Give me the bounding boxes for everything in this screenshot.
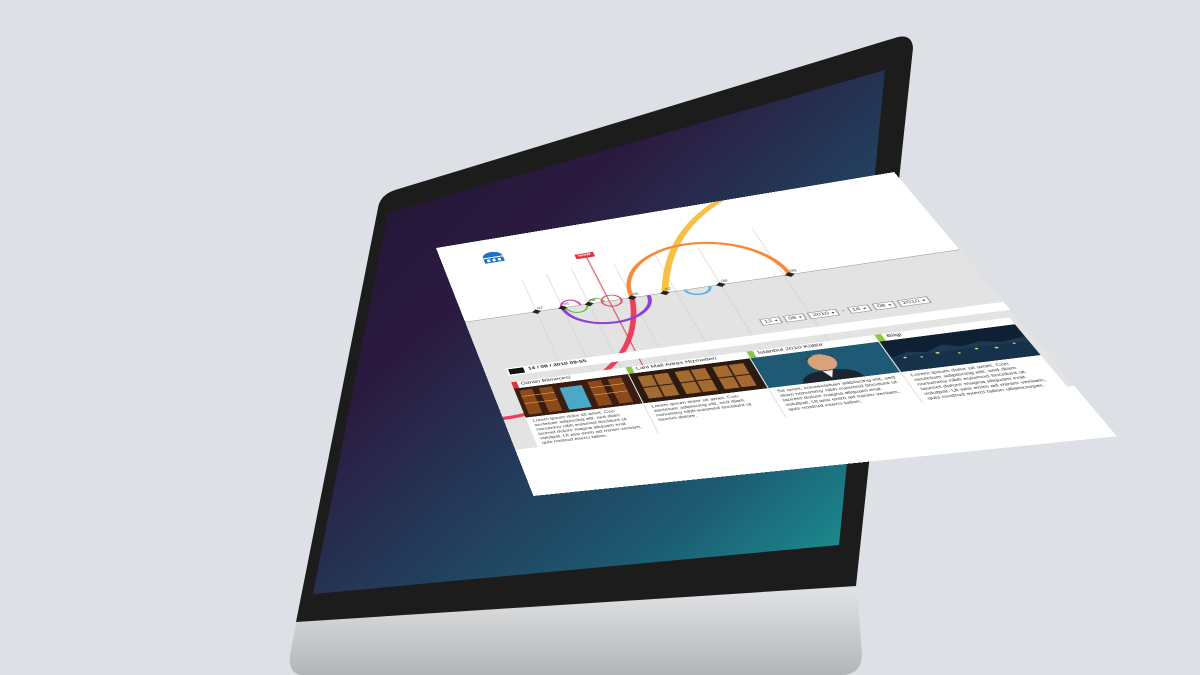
- timeline-marker[interactable]: [532, 309, 541, 313]
- timeline-marker[interactable]: [627, 295, 636, 300]
- start-month-select[interactable]: 08 ▾: [783, 313, 808, 322]
- timeline-label: 07: [665, 287, 673, 291]
- timeline-label: 05: [563, 302, 571, 306]
- end-day-select[interactable]: 16 ▾: [846, 304, 872, 313]
- timeline-label: 02: [537, 306, 544, 310]
- timeline-label: 09: [789, 269, 798, 273]
- arc-purple: [563, 295, 660, 328]
- timeline-marker[interactable]: [716, 282, 726, 287]
- start-day-select[interactable]: 12 ▾: [759, 317, 784, 326]
- timeline-label: 08: [589, 298, 597, 302]
- timeline-marker[interactable]: [558, 306, 567, 311]
- timeline-label: 06: [632, 292, 640, 296]
- end-month-select[interactable]: 08 ▾: [871, 301, 897, 310]
- timeline-label: 08: [720, 279, 729, 283]
- timeline-marker[interactable]: [585, 302, 594, 307]
